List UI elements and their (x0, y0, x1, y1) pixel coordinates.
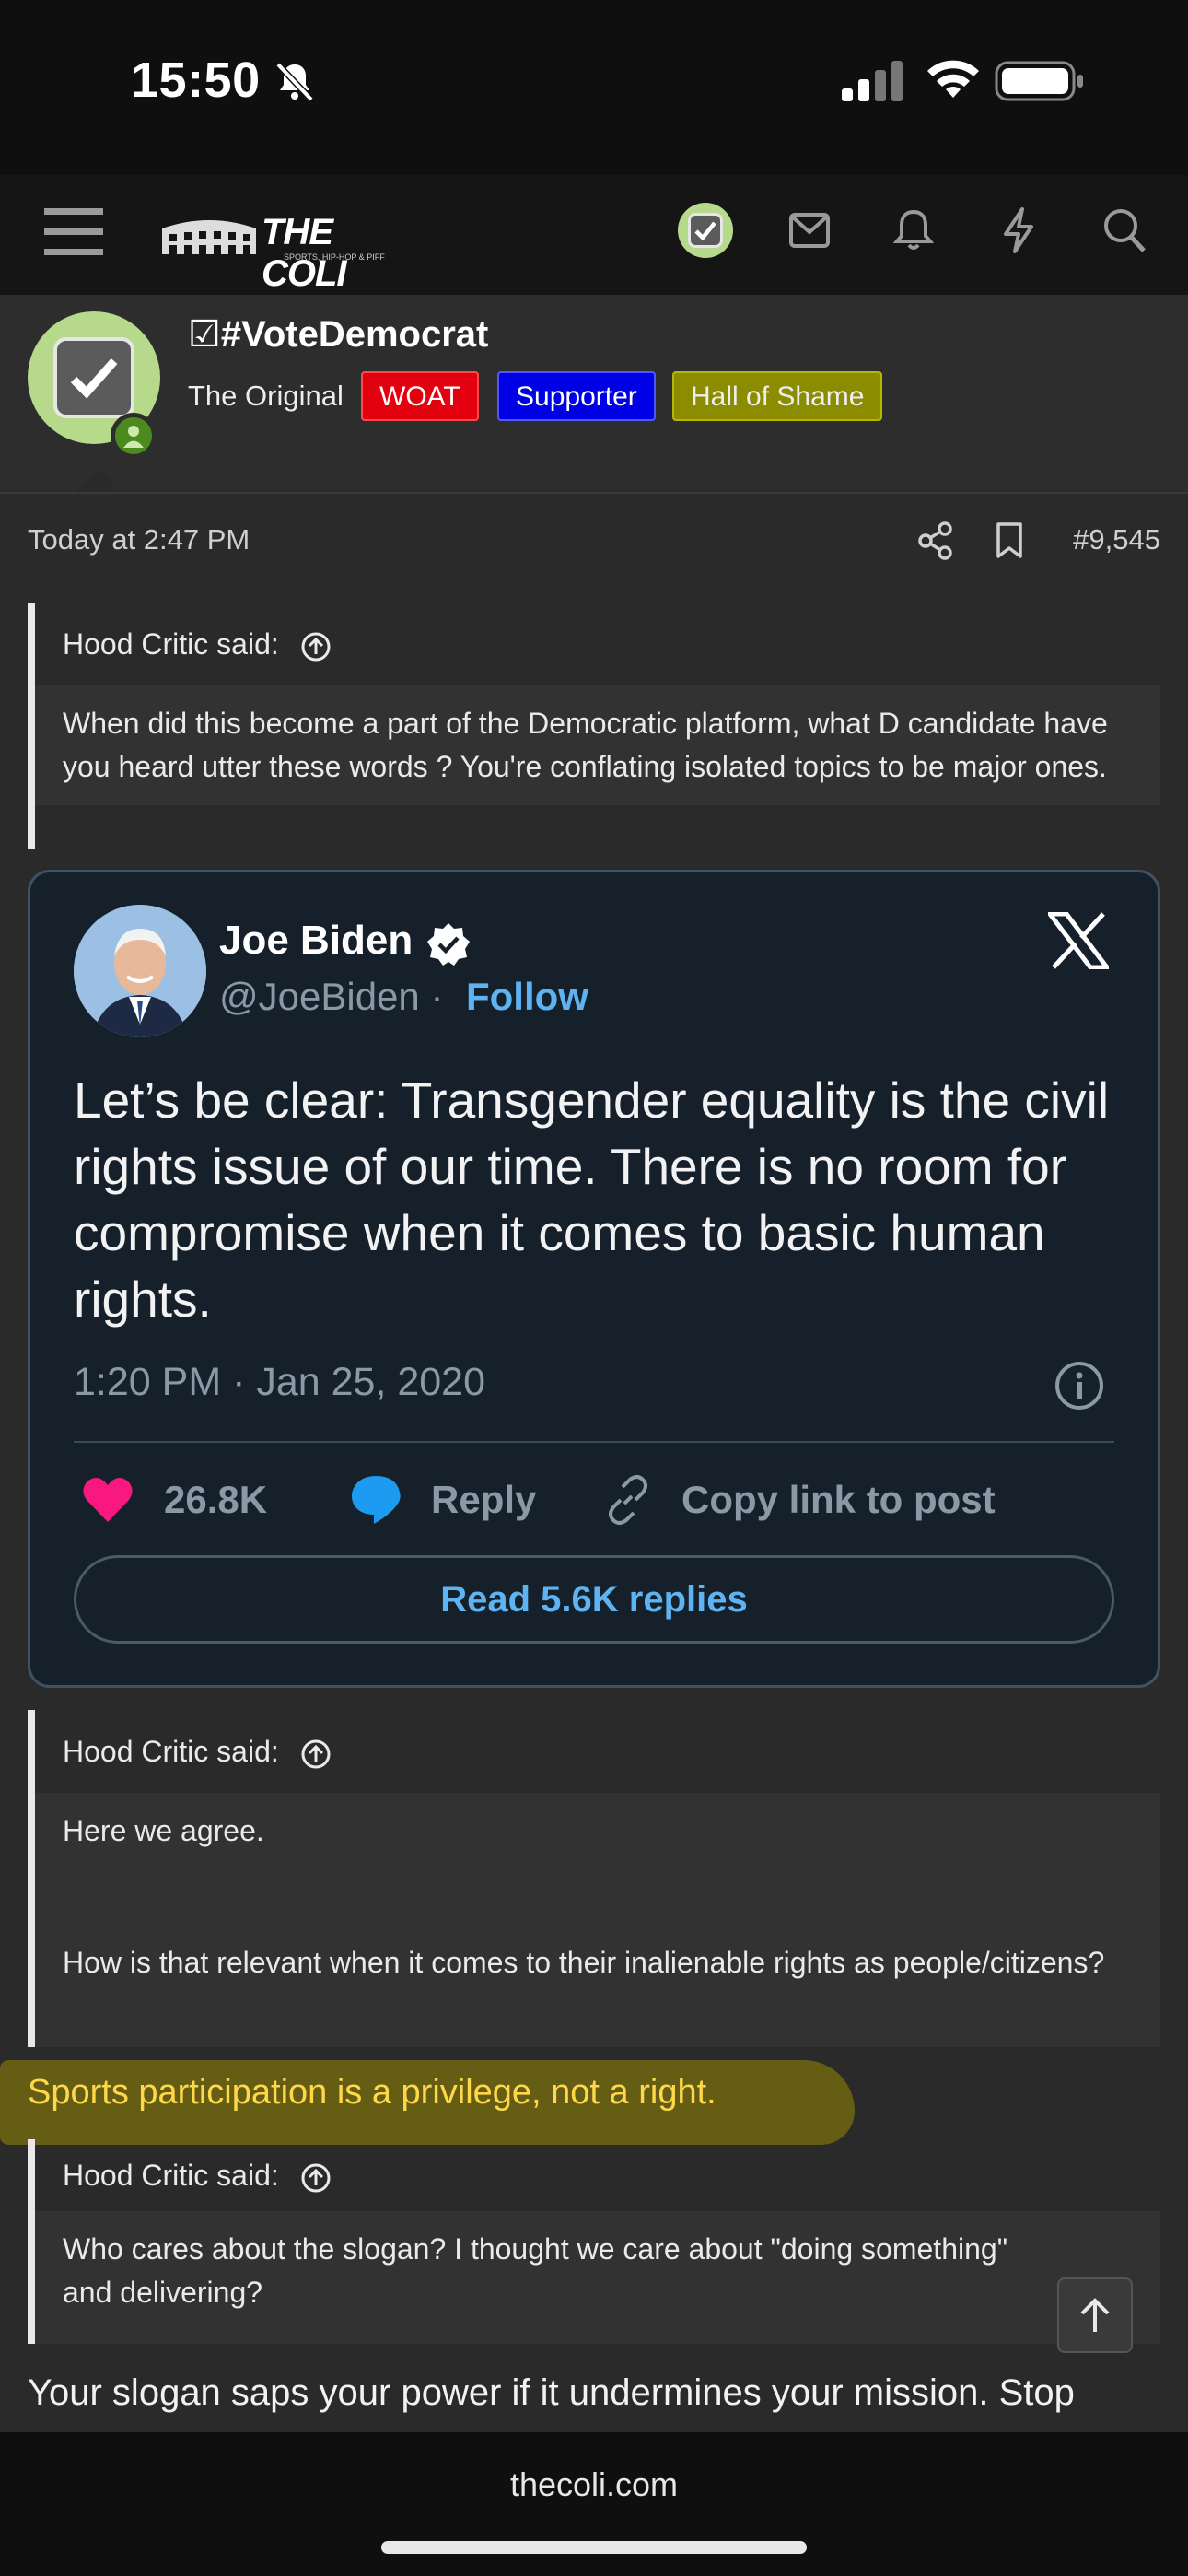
colosseum-icon (162, 220, 256, 254)
quote-header: Hood Critic said: (35, 603, 1160, 685)
bell-off-icon (275, 62, 314, 102)
heart-like-icon[interactable] (81, 1474, 134, 1524)
inbox-icon[interactable] (788, 212, 831, 249)
tweet-text: Let’s be clear: Transgender equality is … (74, 1071, 1110, 1328)
quote-author[interactable]: Hood Critic said: (63, 627, 279, 661)
user-badge-supporter: Supporter (497, 371, 656, 421)
tweet-follow-button[interactable]: Follow (466, 975, 588, 1019)
reply-text-tail: Your slogan saps your power if it underm… (28, 2372, 1075, 2413)
verified-badge-icon (427, 923, 470, 966)
share-icon[interactable] (917, 521, 954, 560)
user-avatar-small[interactable] (678, 203, 733, 258)
battery-icon (995, 61, 1083, 101)
reply-bubble-icon[interactable] (348, 1472, 403, 1526)
arrow-up-icon (1080, 2298, 1110, 2332)
link-icon[interactable] (602, 1474, 654, 1526)
quote-header: Hood Critic said: (35, 1710, 1160, 1793)
reply-text-highlighted: Sports participation is a privilege, not… (28, 2073, 716, 2112)
bookmark-icon[interactable] (995, 521, 1024, 560)
jump-to-quote-icon[interactable] (300, 2162, 332, 2194)
post-timestamp[interactable]: Today at 2:47 PM (28, 523, 250, 556)
x-logo-icon[interactable] (1048, 912, 1109, 969)
logo-subtitle: SPORTS, HIP-HOP & PIFF (284, 252, 385, 262)
site-logo[interactable]: THE COLI SPORTS, HIP-HOP & PIFF (158, 203, 418, 294)
hamburger-menu-icon[interactable] (44, 206, 103, 258)
quote-text-line2: How is that relevant when it comes to th… (63, 1946, 1105, 1979)
whats-new-bolt-icon[interactable] (1000, 206, 1037, 254)
info-icon[interactable] (1054, 1360, 1105, 1411)
quote-block-3: Hood Critic said: Who cares about the sl… (28, 2139, 1160, 2344)
browser-address-domain[interactable]: thecoli.com (0, 2465, 1188, 2504)
scroll-to-top-button[interactable] (1057, 2277, 1133, 2353)
online-status-icon (111, 413, 157, 459)
user-badge-woat: WOAT (361, 371, 479, 421)
post-number[interactable]: #9,545 (1073, 523, 1160, 556)
quote-block-1: Hood Critic said: When did this become a… (28, 603, 1160, 849)
tweet-copy-link-button[interactable]: Copy link to post (681, 1478, 996, 1522)
quote-author[interactable]: Hood Critic said: (63, 2159, 279, 2192)
home-indicator[interactable] (381, 2541, 807, 2554)
tweet-reply-button[interactable]: Reply (431, 1478, 536, 1522)
quote-header: Hood Critic said: (35, 2139, 1160, 2211)
tweet-author-handle[interactable]: @JoeBiden · (219, 975, 443, 1019)
header-pointer (76, 468, 120, 492)
browser-bottom-bar (0, 2432, 1188, 2576)
tweet-author-avatar[interactable] (74, 905, 206, 1037)
checkmark-icon (694, 221, 716, 241)
quote-text: Who cares about the slogan? I thought we… (35, 2211, 1160, 2344)
quote-block-2: Hood Critic said: Here we agree. How is … (28, 1710, 1160, 2047)
tweet-like-count[interactable]: 26.8K (164, 1478, 267, 1522)
cellular-signal-icon (842, 61, 903, 101)
status-time: 15:50 (131, 53, 261, 108)
read-replies-button[interactable]: Read 5.6K replies (74, 1555, 1114, 1644)
user-title: The Original (188, 380, 344, 412)
wifi-icon (927, 60, 979, 98)
jump-to-quote-icon[interactable] (300, 631, 332, 662)
site-nav-bar: THE COLI SPORTS, HIP-HOP & PIFF (0, 175, 1188, 295)
post-username[interactable]: ☑#VoteDemocrat (188, 313, 488, 356)
tweet-author-name[interactable]: Joe Biden (219, 918, 413, 964)
quote-author[interactable]: Hood Critic said: (63, 1735, 279, 1768)
tweet-timestamp[interactable]: 1:20 PM · Jan 25, 2020 (74, 1360, 485, 1405)
jump-to-quote-icon[interactable] (300, 1739, 332, 1770)
quote-text: When did this become a part of the Democ… (35, 685, 1160, 805)
quote-body: Here we agree. How is that relevant when… (35, 1793, 1160, 2047)
checkmark-icon (70, 358, 118, 399)
user-badge-hall-of-shame: Hall of Shame (672, 371, 883, 421)
quote-text-line1: Here we agree. (63, 1814, 264, 1847)
notifications-bell-icon[interactable] (893, 208, 934, 252)
search-icon[interactable] (1101, 206, 1147, 254)
tweet-divider (74, 1441, 1114, 1443)
